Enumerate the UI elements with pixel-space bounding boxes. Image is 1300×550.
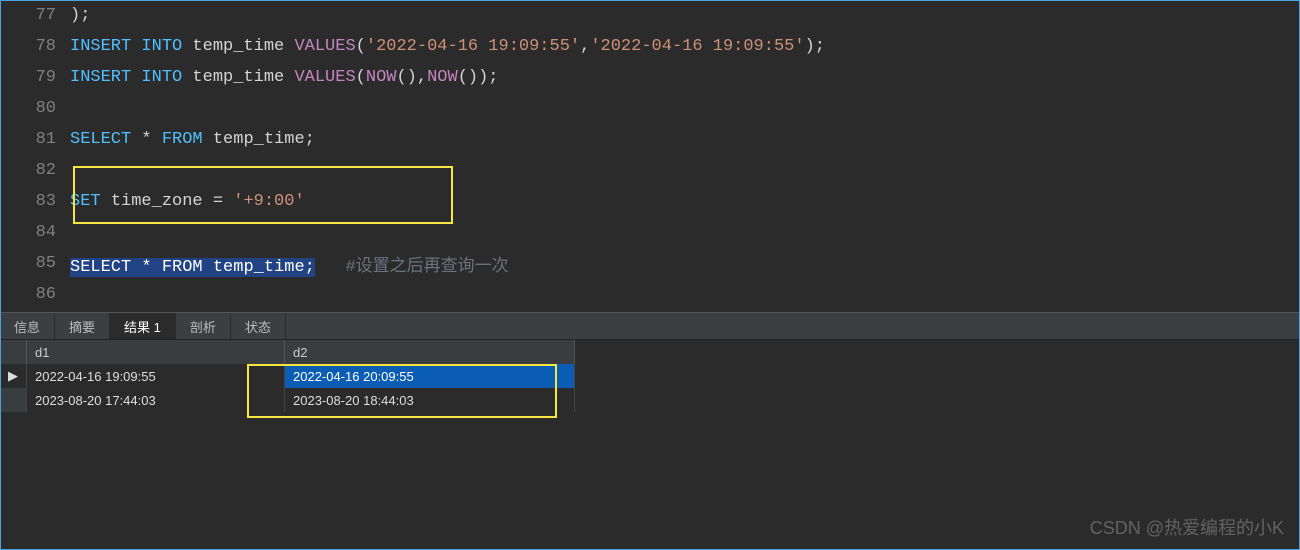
tab-信息[interactable]: 信息	[0, 313, 55, 339]
code-content[interactable]: SET time_zone = '+9:00'	[70, 192, 1300, 211]
table-row[interactable]: 2023-08-20 17:44:032023-08-20 18:44:03	[0, 388, 575, 412]
code-content[interactable]: INSERT INTO temp_time VALUES('2022-04-16…	[70, 37, 1300, 56]
code-line[interactable]: 81SELECT * FROM temp_time;	[0, 124, 1300, 155]
code-content[interactable]: SELECT * FROM temp_time; #设置之后再查询一次	[70, 251, 1300, 277]
line-number: 79	[0, 68, 70, 87]
column-header[interactable]: d2	[285, 340, 575, 364]
line-number: 82	[0, 161, 70, 180]
cell-d2[interactable]: 2022-04-16 20:09:55	[285, 364, 575, 388]
line-number: 80	[0, 99, 70, 118]
tab-摘要[interactable]: 摘要	[55, 313, 110, 339]
tab-结果 1[interactable]: 结果 1	[110, 313, 176, 339]
line-number: 81	[0, 130, 70, 149]
code-editor[interactable]: 77);78INSERT INTO temp_time VALUES('2022…	[0, 0, 1300, 312]
result-tabs: 信息摘要结果 1剖析状态	[0, 312, 1300, 340]
code-line[interactable]: 86	[0, 279, 1300, 310]
line-number: 86	[0, 285, 70, 304]
line-number: 77	[0, 6, 70, 25]
code-content[interactable]: INSERT INTO temp_time VALUES(NOW(),NOW()…	[70, 68, 1300, 87]
tab-剖析[interactable]: 剖析	[176, 313, 231, 339]
cell-d1[interactable]: 2022-04-16 19:09:55	[27, 364, 285, 388]
column-header[interactable]: d1	[27, 340, 285, 364]
code-line[interactable]: 82	[0, 155, 1300, 186]
code-content[interactable]: SELECT * FROM temp_time;	[70, 130, 1300, 149]
line-number: 83	[0, 192, 70, 211]
code-line[interactable]: 83SET time_zone = '+9:00'	[0, 186, 1300, 217]
watermark: CSDN @热爱编程的小K	[1090, 514, 1284, 540]
code-line[interactable]: 77);	[0, 0, 1300, 31]
line-number: 84	[0, 223, 70, 242]
tab-状态[interactable]: 状态	[231, 313, 286, 339]
table-row[interactable]: ▶2022-04-16 19:09:552022-04-16 20:09:55	[0, 364, 575, 388]
code-line[interactable]: 85SELECT * FROM temp_time; #设置之后再查询一次	[0, 248, 1300, 279]
code-line[interactable]: 79INSERT INTO temp_time VALUES(NOW(),NOW…	[0, 62, 1300, 93]
results-table[interactable]: d1d2▶2022-04-16 19:09:552022-04-16 20:09…	[0, 340, 575, 412]
cell-d1[interactable]: 2023-08-20 17:44:03	[27, 388, 285, 412]
line-number: 85	[0, 254, 70, 273]
code-line[interactable]: 80	[0, 93, 1300, 124]
cell-d2[interactable]: 2023-08-20 18:44:03	[285, 388, 575, 412]
code-line[interactable]: 78INSERT INTO temp_time VALUES('2022-04-…	[0, 31, 1300, 62]
code-line[interactable]: 84	[0, 217, 1300, 248]
code-content[interactable]: );	[70, 6, 1300, 25]
line-number: 78	[0, 37, 70, 56]
results-panel: d1d2▶2022-04-16 19:09:552022-04-16 20:09…	[0, 340, 1300, 412]
